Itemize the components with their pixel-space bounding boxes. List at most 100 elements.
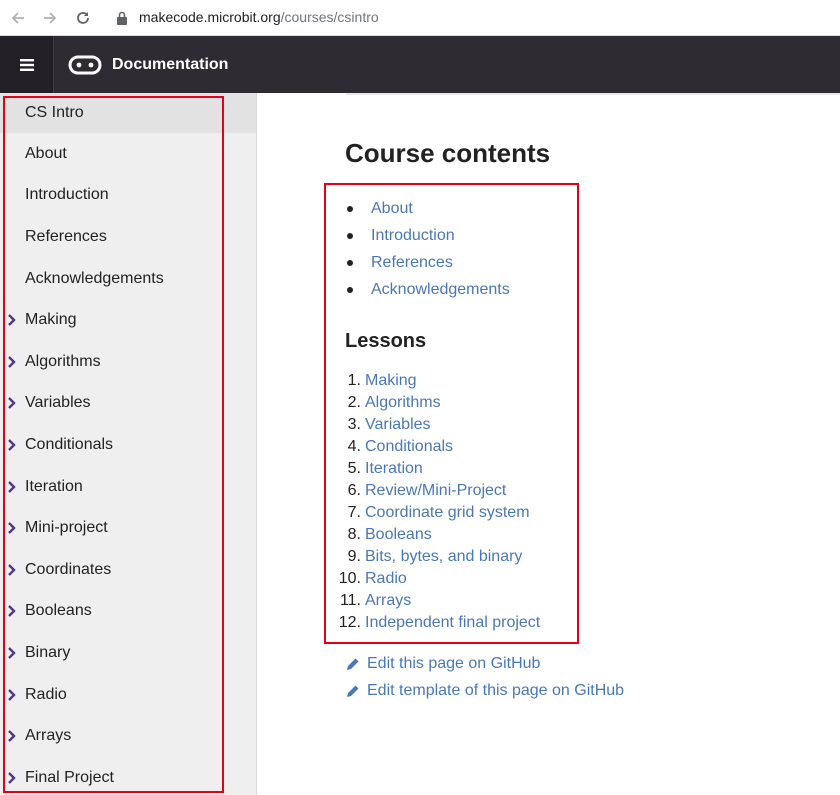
lesson-link[interactable]: Conditionals: [365, 438, 453, 456]
lesson-link[interactable]: Bits, bytes, and binary: [365, 548, 522, 566]
sidebar-item-label: Making: [25, 311, 77, 329]
sidebar-item-references[interactable]: References: [0, 216, 256, 258]
sidebar-item-label: Variables: [25, 394, 91, 412]
forward-arrow-icon: [44, 12, 57, 24]
sidebar-item-introduction[interactable]: Introduction: [0, 175, 256, 217]
chevron-right-icon[interactable]: [7, 396, 17, 410]
sidebar-item-label: Acknowledgements: [25, 269, 164, 287]
sidebar-item-label: Final Project: [25, 768, 114, 786]
app-header: Documentation: [0, 36, 840, 93]
sidebar-item-making[interactable]: Making: [0, 299, 256, 341]
lesson-number: 8.: [347, 526, 361, 543]
contents-list: About Introduction References Acknowledgeme…: [345, 195, 510, 303]
brand-link[interactable]: Documentation: [68, 36, 228, 93]
lesson-item: 6. Review/Mini-Project: [334, 480, 540, 502]
hamburger-menu-button[interactable]: [0, 36, 54, 93]
lesson-link[interactable]: Variables: [365, 416, 431, 434]
chevron-right-icon[interactable]: [7, 521, 17, 535]
lesson-link[interactable]: Algorithms: [365, 394, 441, 412]
lesson-number: 1.: [347, 372, 361, 389]
lesson-link[interactable]: Coordinate grid system: [365, 504, 530, 522]
chevron-right-icon[interactable]: [7, 313, 17, 327]
sidebar-item-booleans[interactable]: Booleans: [0, 591, 256, 633]
sidebar-nav: CS Intro About Introduction References Ackno…: [0, 93, 257, 795]
pencil-icon: [347, 658, 359, 670]
reload-icon: [77, 12, 89, 24]
lesson-number: 9.: [347, 548, 361, 565]
main-content: Course contents About Introduction Referen…: [258, 93, 840, 795]
sidebar-item-algorithms[interactable]: Algorithms: [0, 341, 256, 383]
lock-icon: [117, 11, 127, 25]
lesson-number: 5.: [347, 460, 361, 477]
lesson-link[interactable]: Booleans: [365, 526, 432, 544]
lesson-link[interactable]: Iteration: [365, 460, 423, 478]
sidebar-item-mini-project[interactable]: Mini-project: [0, 507, 256, 549]
pencil-icon: [347, 685, 359, 697]
contents-list-item: About: [345, 195, 510, 222]
lesson-item: 11. Arrays: [334, 590, 540, 612]
sidebar-item-label: References: [25, 227, 107, 245]
sidebar-item-label: Algorithms: [25, 352, 101, 370]
sidebar-item-label: CS Intro: [25, 104, 84, 121]
lesson-link[interactable]: Making: [365, 372, 417, 390]
contents-link[interactable]: Introduction: [371, 227, 455, 245]
sidebar-item-variables[interactable]: Variables: [0, 383, 256, 425]
chevron-right-icon[interactable]: [7, 646, 17, 660]
bullet-dot-icon: [347, 259, 353, 266]
chevron-right-icon[interactable]: [7, 438, 17, 452]
lesson-link[interactable]: Arrays: [365, 592, 411, 610]
sidebar-item-label: Iteration: [25, 477, 83, 495]
sidebar-item-label: Mini-project: [25, 519, 108, 537]
chevron-right-icon[interactable]: [7, 771, 17, 785]
edit-template-text: Edit template of this page on GitHub: [367, 682, 625, 699]
edit-page-link[interactable]: Edit this page on GitHub: [346, 655, 540, 673]
contents-list-item: References: [345, 249, 510, 276]
bullet-dot-icon: [347, 232, 353, 239]
sidebar-item-final-project[interactable]: Final Project: [0, 757, 256, 795]
back-arrow-icon: [11, 12, 24, 24]
url-path: /courses/csintro: [280, 9, 379, 25]
lesson-number: 12.: [338, 614, 361, 631]
sidebar-item-label: Introduction: [25, 186, 109, 204]
lesson-item: 3. Variables: [334, 414, 540, 436]
lesson-link[interactable]: Review/Mini-Project: [365, 482, 506, 500]
forward-button[interactable]: [38, 6, 62, 30]
chevron-right-icon[interactable]: [7, 563, 17, 577]
lesson-number: 3.: [347, 416, 361, 433]
lesson-number: 4.: [347, 438, 361, 455]
lesson-link[interactable]: Radio: [365, 570, 407, 588]
contents-link[interactable]: About: [371, 200, 413, 218]
contents-link[interactable]: Acknowledgements: [371, 281, 510, 299]
sidebar-item-cs-intro[interactable]: CS Intro: [0, 93, 256, 133]
sidebar-item-binary[interactable]: Binary: [0, 632, 256, 674]
contents-link[interactable]: References: [371, 254, 453, 272]
lesson-number: 11.: [339, 592, 361, 609]
sidebar-item-arrays[interactable]: Arrays: [0, 715, 256, 757]
sidebar-item-label: Coordinates: [25, 560, 112, 578]
edit-page-text: Edit this page on GitHub: [367, 655, 541, 672]
lesson-link[interactable]: Independent final project: [365, 614, 540, 632]
chevron-right-icon[interactable]: [7, 688, 17, 702]
chevron-right-icon[interactable]: [7, 729, 17, 743]
lessons-heading: Lessons: [345, 330, 427, 352]
sidebar-item-coordinates[interactable]: Coordinates: [0, 549, 256, 591]
sidebar-item-radio[interactable]: Radio: [0, 674, 256, 716]
sidebar-item-acknowledgements[interactable]: Acknowledgements: [0, 258, 256, 300]
url-host: makecode.microbit.org: [139, 9, 281, 25]
contents-list-item: Introduction: [345, 222, 510, 249]
lesson-number: 7.: [347, 504, 361, 521]
chevron-right-icon[interactable]: [7, 480, 17, 494]
address-bar[interactable]: makecode.microbit.org/courses/csintro: [139, 9, 379, 25]
sidebar-item-conditionals[interactable]: Conditionals: [0, 424, 256, 466]
chevron-right-icon[interactable]: [7, 355, 17, 369]
lesson-number: 6.: [347, 482, 361, 499]
reload-button[interactable]: [71, 6, 95, 30]
sidebar-item-iteration[interactable]: Iteration: [0, 466, 256, 508]
sidebar-item-about[interactable]: About: [0, 133, 256, 175]
sidebar-item-label: Arrays: [25, 727, 72, 745]
edit-template-link[interactable]: Edit template of this page on GitHub: [346, 682, 624, 700]
sidebar-item-label: Binary: [25, 643, 71, 661]
back-button[interactable]: [6, 6, 30, 30]
page-title: Course contents: [345, 138, 551, 168]
chevron-right-icon[interactable]: [7, 604, 17, 618]
